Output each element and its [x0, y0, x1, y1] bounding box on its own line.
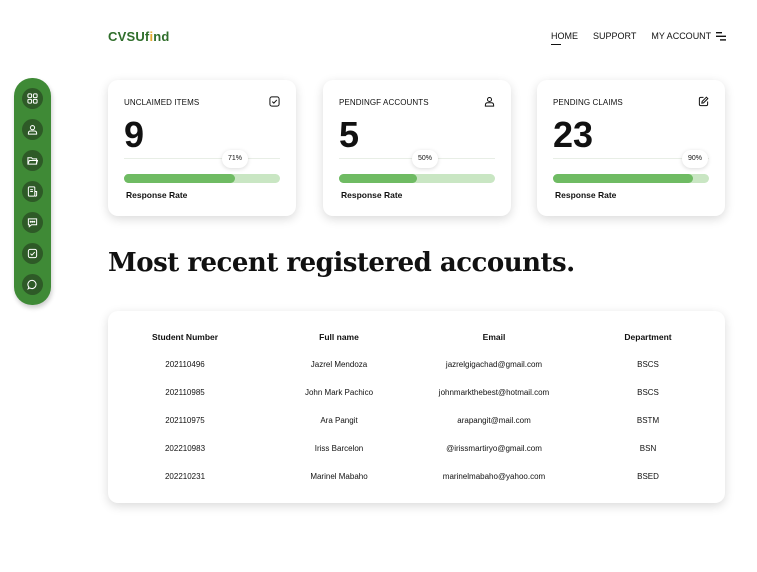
progress-bar: [124, 174, 280, 183]
card-title: PENDINGF ACCOUNTS: [339, 98, 429, 107]
section-title: Most recent registered accounts.: [108, 248, 575, 278]
card-title: UNCLAIMED ITEMS: [124, 98, 200, 107]
document-icon: [27, 186, 38, 197]
response-rate-label: Response Rate: [555, 190, 617, 200]
top-nav: HOME SUPPORT MY ACCOUNT: [551, 31, 726, 45]
progress-fill: [124, 174, 235, 183]
stat-card-pending-accounts[interactable]: PENDINGF ACCOUNTS 5 50% Response Rate: [323, 80, 511, 216]
grid-icon: [27, 93, 38, 104]
table-cell: Ara Pangit: [320, 416, 358, 425]
table-cell: jazrelgigachad@gmail.com: [445, 360, 543, 369]
chat-bubble-icon: [27, 279, 37, 290]
table-cell: marinelmabaho@yahoo.com: [442, 472, 546, 481]
table-cell: Marinel Mabaho: [310, 472, 368, 481]
table-cell: 202210983: [164, 444, 206, 453]
table-cell: BSN: [639, 444, 657, 453]
column-header-full-name: Full name: [319, 332, 359, 342]
stat-card-pending-claims[interactable]: PENDING CLAIMS 23 90% Response Rate: [537, 80, 725, 216]
column-header-student-number: Student Number: [151, 332, 219, 342]
divider: [124, 158, 280, 159]
folder-icon: [27, 157, 38, 165]
stat-card-unclaimed-items[interactable]: UNCLAIMED ITEMS 9 71% Response Rate: [108, 80, 296, 216]
user-icon: [484, 96, 495, 107]
menu-icon[interactable]: [716, 32, 726, 41]
table-cell: Iriss Barcelon: [314, 444, 364, 453]
table-cell: BSTM: [636, 416, 660, 425]
checkbox-icon: [27, 248, 38, 259]
card-title: PENDING CLAIMS: [553, 98, 623, 107]
progress-bar: [339, 174, 495, 183]
percent-badge: 71%: [222, 150, 249, 168]
table-cell: BSCS: [637, 360, 659, 369]
sidebar: [14, 78, 51, 305]
progress-fill: [553, 174, 694, 183]
table-cell: BSCS: [637, 388, 659, 397]
user-icon: [27, 125, 38, 135]
response-rate-label: Response Rate: [126, 190, 188, 200]
table-cell: Jazrel Mendoza: [310, 360, 368, 369]
table-cell: 202210231: [164, 472, 206, 481]
card-value: 23: [553, 114, 594, 155]
response-rate-label: Response Rate: [341, 190, 403, 200]
nav-support-link[interactable]: SUPPORT: [593, 31, 636, 41]
percent-badge: 50%: [412, 150, 439, 168]
nav-my-account-link[interactable]: MY ACCOUNT: [651, 31, 711, 41]
card-value: 9: [124, 114, 145, 155]
app-logo[interactable]: CVSUfind: [108, 29, 170, 44]
column-header-department: Department: [624, 332, 672, 342]
sidebar-item-reports[interactable]: [22, 181, 43, 202]
progress-fill: [339, 174, 417, 183]
sidebar-item-claims[interactable]: [22, 243, 43, 264]
sidebar-item-dashboard[interactable]: [22, 88, 43, 109]
column-header-email: Email: [482, 332, 506, 342]
sidebar-item-users[interactable]: [22, 119, 43, 140]
recent-accounts-table: Student Number Full name Email Departmen…: [108, 311, 725, 503]
table-cell: @irissmartiryo@gmail.com: [446, 444, 542, 453]
logo-text-end: nd: [153, 29, 170, 44]
table-cell: 202110985: [165, 388, 205, 397]
edit-icon: [698, 96, 709, 107]
checkbox-icon: [269, 96, 280, 107]
message-icon: [27, 218, 38, 228]
sidebar-item-messages[interactable]: [22, 212, 43, 233]
sidebar-item-folders[interactable]: [22, 150, 43, 171]
progress-bar: [553, 174, 709, 183]
logo-text: CVSUf: [108, 29, 150, 44]
table-cell: 202110975: [165, 416, 205, 425]
table-cell: arapangit@mail.com: [457, 416, 531, 425]
sidebar-item-chat[interactable]: [22, 274, 43, 295]
percent-badge: 90%: [682, 150, 709, 168]
table-cell: BSED: [637, 472, 659, 481]
table-cell: johnmarkthebest@hotmail.com: [438, 388, 550, 397]
card-value: 5: [339, 114, 360, 155]
table-cell: John Mark Pachico: [304, 388, 374, 397]
table-cell: 202110496: [165, 360, 205, 369]
nav-home-link[interactable]: HOME: [551, 31, 578, 45]
